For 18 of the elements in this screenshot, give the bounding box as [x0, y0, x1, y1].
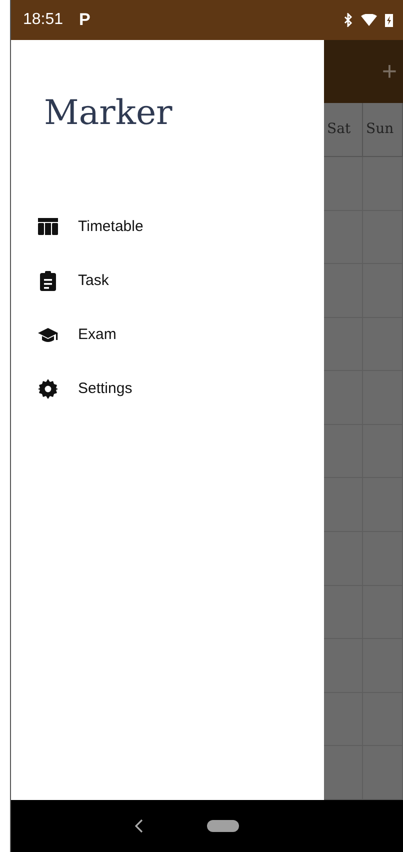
menu-item[interactable]: Settings	[11, 362, 324, 416]
notification-icon: P	[79, 7, 90, 33]
table-icon	[38, 217, 58, 237]
wifi-icon	[361, 14, 377, 26]
app-title: Marker	[43, 92, 174, 135]
menu-item[interactable]: Exam	[11, 308, 324, 362]
bluetooth-icon	[344, 13, 353, 27]
column-header: Sat	[324, 103, 363, 156]
home-pill-icon[interactable]	[207, 820, 239, 832]
column-header: Sun	[363, 103, 403, 156]
back-icon[interactable]	[135, 819, 143, 833]
graduation-cap-icon	[38, 325, 58, 345]
clipboard-icon	[38, 271, 58, 291]
menu-item[interactable]: Task	[11, 254, 324, 308]
settings-icon	[38, 379, 58, 399]
clock: 18:51	[23, 10, 64, 30]
menu-item[interactable]: Timetable	[11, 200, 324, 254]
battery-icon	[385, 13, 393, 27]
